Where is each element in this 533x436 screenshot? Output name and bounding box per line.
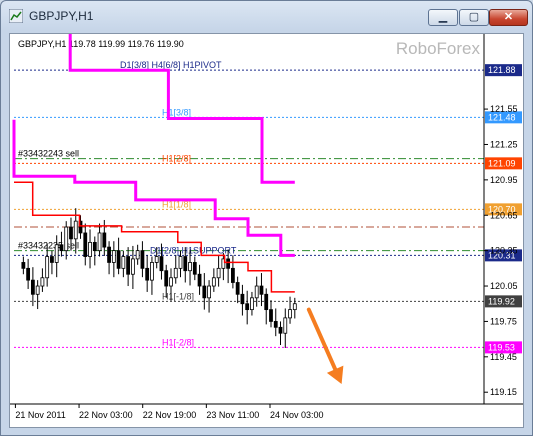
candle-body [250, 297, 254, 311]
candle-body [259, 285, 264, 295]
candle-body [178, 256, 183, 269]
candle-body [135, 250, 140, 260]
candle-body [116, 250, 121, 269]
candle-body [121, 256, 126, 269]
close-icon: ✕ [503, 11, 514, 23]
level-label: D1[3/8] H4[6/8] H1PIVOT [120, 60, 222, 70]
candle-body [97, 232, 102, 252]
level-label: #33432235 sell [18, 241, 79, 251]
candle-body [292, 303, 297, 311]
candle-body [264, 293, 269, 311]
candle-body [92, 241, 97, 252]
candle-body [150, 262, 154, 281]
maximize-icon: ▢ [468, 11, 480, 23]
candle-body [107, 246, 111, 263]
candle-body [59, 244, 64, 252]
price-tick-label: 120.35 [490, 246, 518, 256]
candle-body [54, 244, 59, 263]
time-tick-label: 22 Nov 03:00 [79, 410, 133, 420]
candle-body [73, 220, 78, 240]
candle-body [69, 226, 73, 240]
candle-body [30, 279, 35, 295]
maximize-button[interactable]: ▢ [459, 9, 489, 26]
candle-body [197, 273, 202, 287]
candle-body [88, 241, 92, 257]
candle-body [145, 267, 150, 281]
price-tick-label: 119.75 [490, 316, 517, 326]
candle-body [173, 267, 178, 279]
minimize-icon: ▁ [438, 11, 448, 23]
price-tick-label: 120.95 [490, 175, 518, 185]
level-label: H1[3/8] [162, 107, 191, 117]
minimize-button[interactable]: ▁ [428, 9, 458, 26]
candle-body [269, 309, 273, 322]
price-tick-label: 120.65 [490, 210, 518, 220]
candle-body [64, 226, 69, 252]
level-price-text: 121.88 [488, 65, 516, 75]
candle-body [159, 256, 164, 272]
time-tick-label: 24 Nov 03:00 [270, 410, 324, 420]
price-tick-label: 121.25 [490, 139, 518, 149]
time-tick-label: 22 Nov 19:00 [143, 410, 197, 420]
chart-area[interactable]: GBPJPY,H1 119.78 119.99 119.76 119.90 Ro… [9, 33, 524, 428]
candle-body [188, 262, 192, 272]
forecast-arrow-shaft [306, 307, 341, 379]
candle-body [288, 309, 292, 319]
candle-body [164, 270, 169, 287]
pivot-step-line-lower [12, 119, 295, 257]
candle-body [154, 256, 159, 263]
candle-body [192, 262, 197, 275]
candle-body [26, 267, 31, 281]
candle-body [183, 256, 188, 272]
close-button[interactable]: ✕ [489, 9, 528, 26]
candle-body [45, 256, 50, 279]
pivot-step-line [68, 34, 295, 184]
level-label: H1[-1/8] [162, 291, 194, 301]
candle-body [126, 256, 131, 275]
price-tick-label: 121.55 [490, 104, 518, 114]
time-tick-label: 23 Nov 11:00 [206, 410, 259, 420]
candle-body [83, 232, 88, 257]
candle-body [50, 256, 54, 263]
watermark: RoboForex [396, 39, 481, 58]
candle-body [207, 285, 211, 299]
chart-app-icon [9, 9, 23, 23]
level-price-text: 121.09 [488, 158, 516, 168]
price-tick-label: 119.15 [490, 387, 517, 397]
candle-body [254, 285, 259, 299]
candle-body [235, 282, 240, 295]
time-tick-label: 21 Nov 2011 [15, 410, 65, 420]
candle-body [35, 285, 40, 295]
candle-body [40, 277, 45, 287]
candle-body [202, 285, 207, 299]
candle-body [140, 250, 145, 269]
candle-body [273, 321, 278, 328]
candle-body [211, 277, 216, 287]
candle-body [245, 303, 250, 311]
chart-window: GBPJPY,H1 ▁ ▢ ✕ GBPJPY,H1 119.78 119.99 … [0, 0, 533, 436]
candle-body [216, 267, 221, 279]
ohlc-header: GBPJPY,H1 119.78 119.99 119.76 119.90 [18, 39, 184, 49]
candle-body [169, 277, 173, 287]
price-tick-label: 119.45 [490, 352, 517, 362]
candle-body [283, 317, 288, 334]
candle-body [226, 258, 231, 269]
candle-body [111, 250, 116, 263]
candle-body [230, 267, 235, 283]
candle-body [278, 326, 283, 334]
candle-body [21, 262, 26, 269]
level-label: H1[-2/8] [162, 337, 194, 347]
window-title: GBPJPY,H1 [29, 9, 94, 23]
level-label: #33432243 sell [18, 149, 79, 159]
candle-body [130, 258, 135, 275]
price-tick-label: 120.05 [490, 281, 518, 291]
candle-body [102, 232, 107, 248]
price-chart[interactable]: GBPJPY,H1 119.78 119.99 119.76 119.90 Ro… [10, 34, 523, 427]
level-label: H1[2/8] [162, 153, 191, 163]
candle-body [240, 293, 245, 305]
title-bar[interactable]: GBPJPY,H1 ▁ ▢ ✕ [1, 1, 532, 31]
level-price-text: 119.92 [488, 296, 515, 306]
